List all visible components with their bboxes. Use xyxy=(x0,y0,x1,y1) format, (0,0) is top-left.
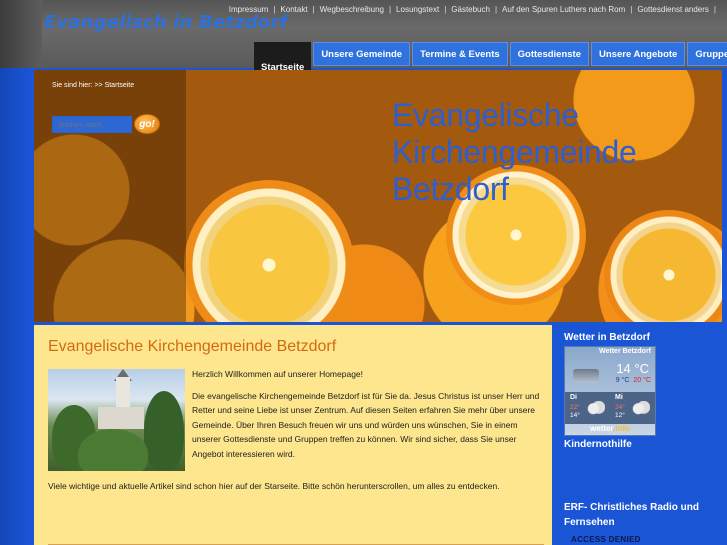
site-title[interactable]: Evangelisch in Betzdorf xyxy=(44,12,288,33)
forecast-day: Di 22° 14° xyxy=(565,392,610,424)
weather-max: 20 °C xyxy=(633,377,651,384)
search-input[interactable] xyxy=(52,115,132,133)
search-box: go! xyxy=(52,114,160,134)
banner-heading-line: Evangelische xyxy=(392,97,579,133)
kindernothilfe-heading[interactable]: Kindernothilfe xyxy=(564,439,632,450)
page-title: Evangelische Kirchengemeinde Betzdorf xyxy=(48,338,337,355)
separator: | xyxy=(713,5,716,14)
breadcrumb-prefix: Sie sind hier: xyxy=(52,82,93,89)
top-links: Impressum | Kontakt | Wegbeschreibung | Los… xyxy=(229,5,721,14)
breadcrumb: Sie sind hier: >> Startseite xyxy=(52,82,134,89)
separator: | xyxy=(273,5,276,14)
top-link-losungstext[interactable]: Losungstext xyxy=(396,5,439,14)
weather-title: Wetter Betzdorf xyxy=(599,348,651,355)
cloud-icon xyxy=(587,401,605,415)
weather-brand[interactable]: wetter.info xyxy=(565,424,655,433)
banner-overlay-panel xyxy=(34,70,186,322)
top-link-gaestebuch[interactable]: Gästebuch xyxy=(451,5,490,14)
weather-minmax: 9 °C 20 °C xyxy=(616,377,651,384)
top-link-impressum[interactable]: Impressum xyxy=(229,5,269,14)
breadcrumb-arrow: >> xyxy=(94,82,103,89)
tree xyxy=(78,429,148,471)
cloud-icon xyxy=(632,401,650,415)
intro-paragraph: Die evangelische Kirchengemeinde Betzdor… xyxy=(192,390,540,459)
nav-tab-unsere-gemeinde[interactable]: Unsere Gemeinde xyxy=(313,42,411,66)
top-link-wegbeschreibung[interactable]: Wegbeschreibung xyxy=(320,5,384,14)
orange-half-image xyxy=(184,180,354,322)
church-nave xyxy=(98,407,144,429)
weather-brand-b: .info xyxy=(613,424,630,433)
tree xyxy=(144,391,184,471)
forecast-high: 22° xyxy=(570,404,580,411)
breadcrumb-current[interactable]: Startseite xyxy=(105,82,135,89)
separator: | xyxy=(444,5,447,14)
intro-text: Herzlich Willkommen auf unserer Homepage… xyxy=(192,367,544,469)
separator: | xyxy=(312,5,315,14)
separator: | xyxy=(630,5,633,14)
more-text: Viele wichtige und aktuelle Artikel sind… xyxy=(48,481,500,491)
top-link-gottesdienst-anders[interactable]: Gottesdienst anders xyxy=(637,5,709,14)
main-content: Evangelische Kirchengemeinde Betzdorf He… xyxy=(34,325,552,545)
access-denied-text: ACCESS DENIED xyxy=(571,535,641,544)
top-link-luther-rom[interactable]: Auf den Spuren Luthers nach Rom xyxy=(502,5,625,14)
separator: | xyxy=(388,5,392,14)
top-bar-accent xyxy=(0,0,42,68)
forecast-day-name: Di xyxy=(570,394,577,401)
search-go-button[interactable]: go! xyxy=(134,114,160,134)
left-strip xyxy=(0,68,30,545)
weather-temp: 14 °C xyxy=(616,361,649,376)
forecast-day-name: Mi xyxy=(615,394,623,401)
nav-tab-gottesdienste[interactable]: Gottesdienste xyxy=(509,42,590,66)
banner: Sie sind hier: >> Startseite go! Evangel… xyxy=(34,70,722,322)
erf-heading[interactable]: ERF- Christliches Radio und Fernsehen xyxy=(564,500,724,530)
weather-forecast: Di 22° 14° Mi 24° 12° xyxy=(565,392,655,424)
weather-brand-a: wetter xyxy=(589,424,614,433)
banner-heading-line: Kirchengemeinde xyxy=(392,134,637,170)
nav-tab-termine-events[interactable]: Termine & Events xyxy=(412,42,508,66)
orange-half-image xyxy=(604,210,722,322)
sidebar: Wetter in Betzdorf Wetter Betzdorf 14 °C… xyxy=(557,325,722,545)
weather-heading: Wetter in Betzdorf xyxy=(564,332,650,343)
welcome-text: Herzlich Willkommen auf unserer Homepage… xyxy=(192,369,364,379)
church-image xyxy=(48,369,185,471)
fog-icon xyxy=(573,369,599,383)
forecast-low: 14° xyxy=(570,412,580,419)
nav-tab-gruppen[interactable]: Gruppen xyxy=(687,42,727,66)
weather-min: 9 °C xyxy=(615,377,630,384)
top-link-kontakt[interactable]: Kontakt xyxy=(280,5,307,14)
forecast-high: 24° xyxy=(615,404,625,411)
forecast-day: Mi 24° 12° xyxy=(610,392,655,424)
separator: | xyxy=(494,5,498,14)
weather-widget[interactable]: Wetter Betzdorf 14 °C 9 °C 20 °C Di 22° 1… xyxy=(564,346,656,436)
forecast-low: 12° xyxy=(615,412,625,419)
nav-tab-unsere-angebote[interactable]: Unsere Angebote xyxy=(591,42,686,66)
banner-heading-line: Betzdorf xyxy=(392,171,509,207)
banner-heading: Evangelische Kirchengemeinde Betzdorf xyxy=(392,97,712,208)
